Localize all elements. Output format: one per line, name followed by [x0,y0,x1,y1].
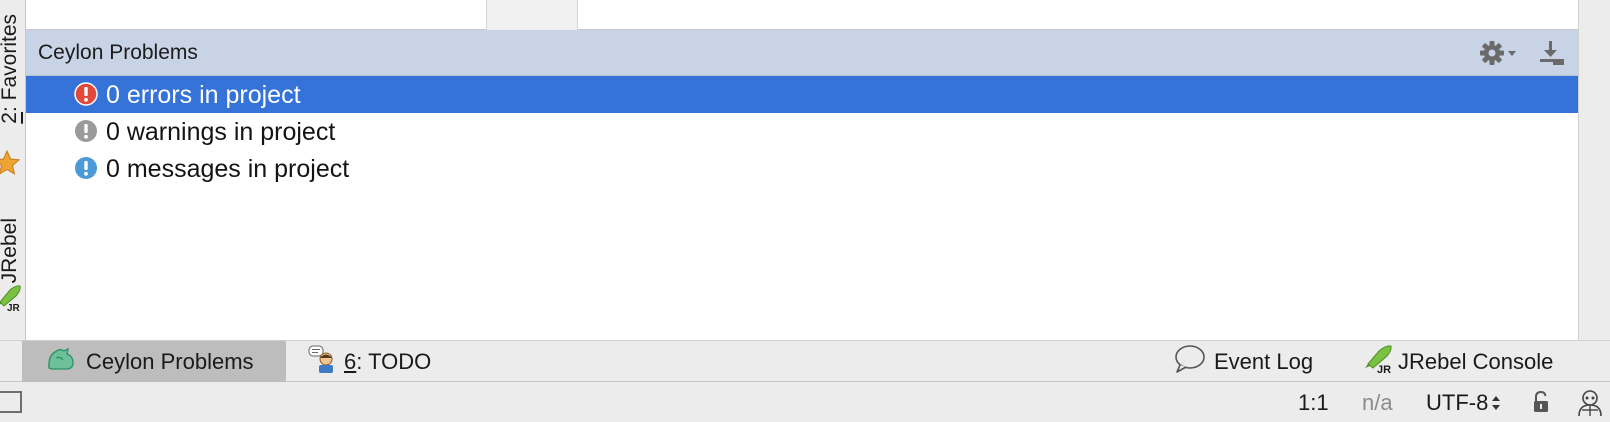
svg-text:JR: JR [7,303,21,312]
problem-list: 0 errors in project 0 warnings in projec… [26,76,1578,187]
hide-panel-icon[interactable] [1538,39,1566,67]
updown-arrows-icon [1492,396,1501,410]
tab-label: Event Log [1214,348,1314,374]
inspector-icon[interactable] [1576,388,1604,418]
problem-text: 0 messages in project [106,155,350,183]
tab-jrebel-console[interactable]: JR JRebel Console [1364,341,1553,382]
error-icon [74,82,98,106]
encoding-label: UTF-8 [1426,390,1489,415]
problem-text: 0 errors in project [106,81,301,109]
gear-icon[interactable] [1478,39,1520,67]
jrebel-tab-label: JRebel [0,218,21,284]
problem-row-errors[interactable]: 0 errors in project [26,76,1578,113]
panel-header: Ceylon Problems [26,30,1578,76]
caret-position[interactable]: 1:1 [1298,390,1329,416]
tab-todo[interactable]: 6: TODO [306,341,431,382]
toggle-tool-windows-icon[interactable] [0,391,22,413]
problem-text: 0 warnings in project [106,118,336,146]
tab-label: JRebel Console [1398,348,1554,374]
info-icon [74,156,98,180]
jrebel-rocket-icon: JR [1364,344,1394,379]
tab-ceylon-problems[interactable]: Ceylon Problems [22,341,286,382]
tab-event-log[interactable]: Event Log [1174,341,1313,382]
left-tool-strip: 2: Favorites JRebel JR [0,0,26,382]
todo-icon [308,344,338,379]
favorites-tab-label: 2: Favorites [0,14,21,124]
ide-window: 2: Favorites JRebel JR Ceylon Problems 0… [0,0,1610,422]
bottom-tool-bar: Ceylon Problems 6: TODO Event Log JR JRe… [0,340,1610,382]
svg-text:JR: JR [1377,364,1391,374]
ceylon-icon [46,346,76,377]
ceylon-problems-panel: Ceylon Problems 0 errors in project 0 wa… [26,30,1578,340]
tab-label: Ceylon Problems [86,348,254,374]
warning-icon [74,119,98,143]
problem-row-warnings[interactable]: 0 warnings in project [26,113,1578,150]
editor-area[interactable] [26,0,1578,30]
jrebel-tab[interactable]: JRebel JR [0,212,26,324]
problem-row-messages[interactable]: 0 messages in project [26,150,1578,187]
encoding-selector[interactable]: UTF-8 [1426,390,1502,416]
event-log-icon [1174,344,1206,379]
lock-icon[interactable] [1532,390,1554,414]
tab-label: 6: TODO [344,348,432,374]
right-tool-strip [1578,0,1610,340]
editor-gutter [486,0,578,30]
jrebel-rocket-icon: JR [0,284,22,317]
line-separator-indicator: n/a [1362,390,1393,415]
star-icon [0,149,21,181]
status-bar: 1:1 n/a UTF-8 [0,382,1610,422]
panel-title: Ceylon Problems [38,41,198,64]
favorites-tab[interactable]: 2: Favorites [0,0,26,180]
